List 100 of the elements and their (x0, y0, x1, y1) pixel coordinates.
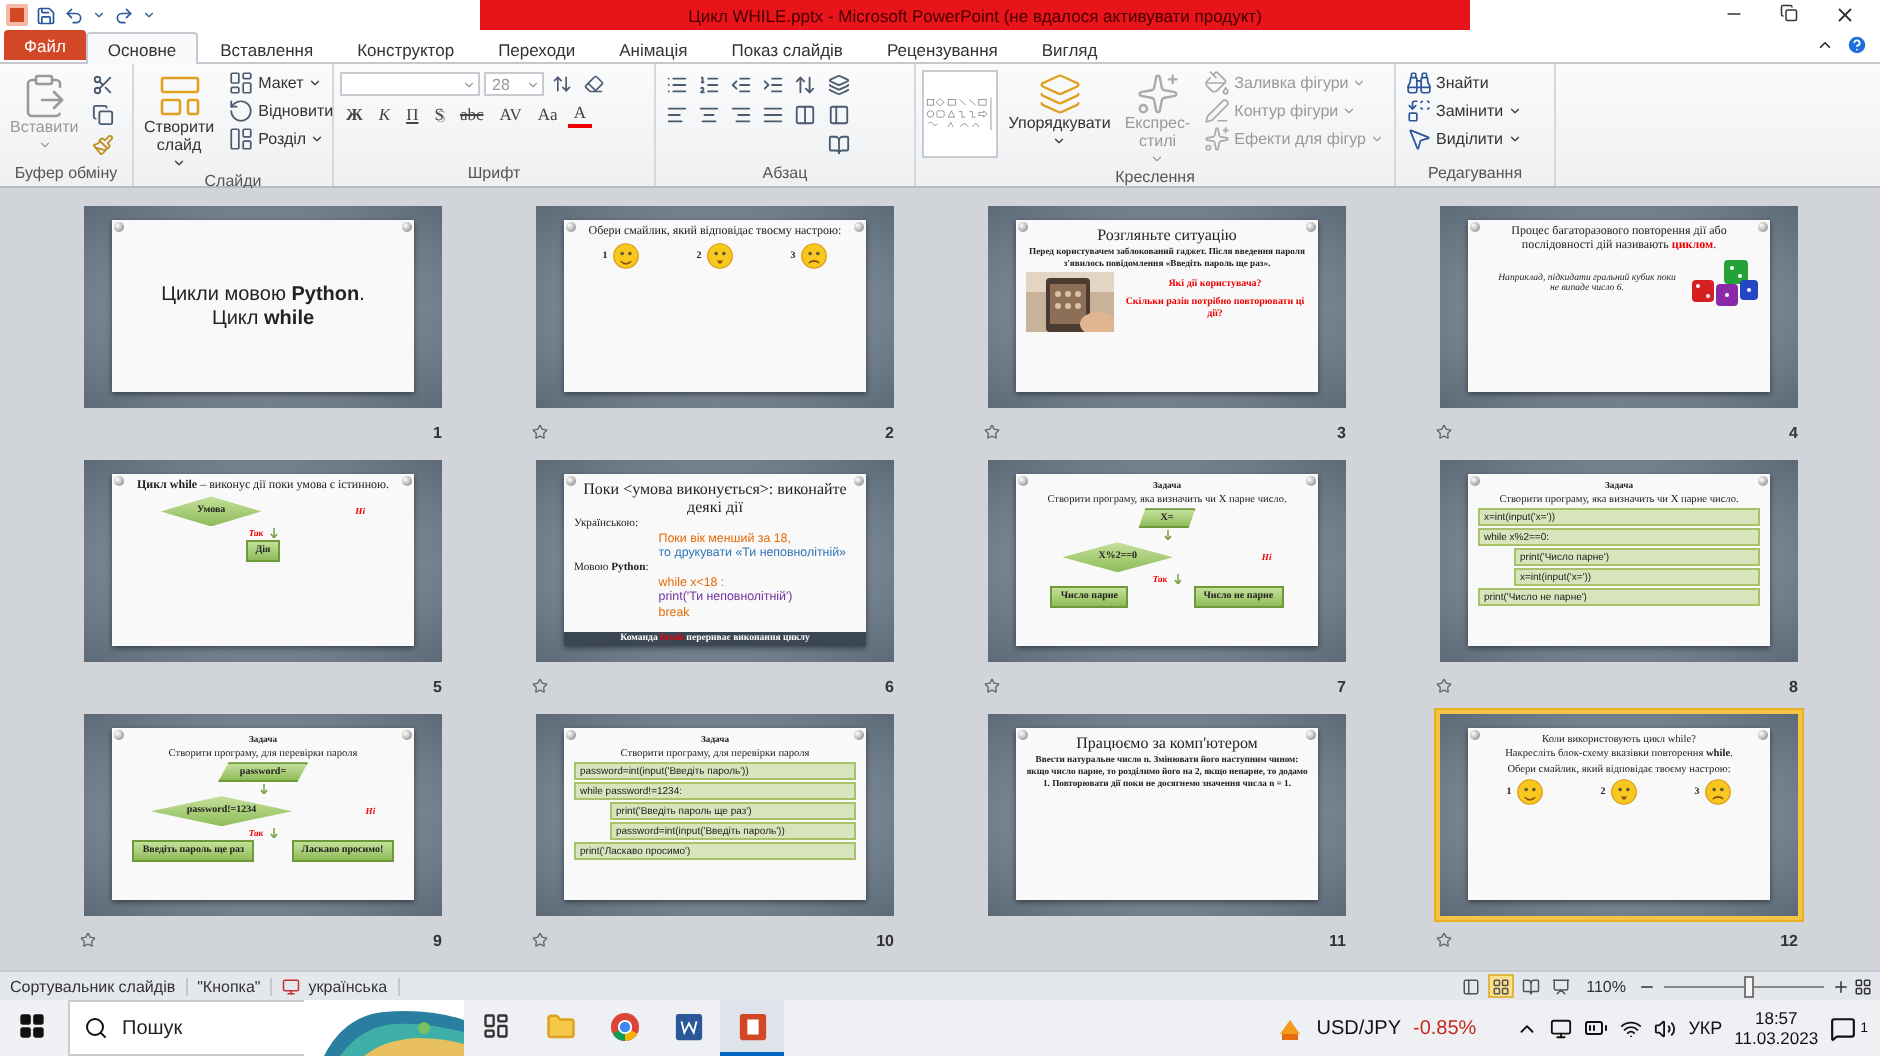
fit-button[interactable] (1854, 977, 1872, 995)
slide-title: Працюємо за комп'ютером (1074, 734, 1260, 753)
ribbon-tab[interactable]: Вставлення (198, 32, 336, 64)
battery-icon (1584, 1016, 1609, 1040)
notification-icon[interactable] (1830, 1015, 1857, 1041)
pin-icon (1018, 222, 1028, 232)
slide-number: 1 (433, 423, 442, 441)
connector-arrow (1173, 574, 1182, 585)
ribbon-tab[interactable]: Переходи (476, 32, 598, 64)
align-button[interactable] (790, 100, 818, 128)
font-name-field[interactable] (340, 72, 480, 96)
slide-number: 9 (433, 931, 442, 949)
collapse-ribbon-button[interactable] (1816, 36, 1834, 54)
group-label: Абзац (760, 164, 810, 186)
ribbon-button[interactable]: Макет (224, 70, 338, 96)
pin-icon (854, 730, 864, 740)
ribbon-tab[interactable]: Основне (85, 32, 199, 64)
connector-arrow (259, 784, 267, 795)
view-button[interactable] (1458, 974, 1485, 998)
caret-icon (172, 155, 187, 170)
format-button[interactable]: П (400, 100, 425, 128)
slide-number: 6 (885, 677, 894, 695)
copy-button[interactable] (88, 100, 117, 128)
ribbon-button[interactable]: Відновити (224, 98, 338, 124)
save-button[interactable] (36, 5, 56, 25)
clock[interactable]: 18:57 11.03.2023 (1734, 1007, 1819, 1049)
language-status: українська (308, 977, 388, 995)
pin-icon (1470, 730, 1480, 740)
ribbon-tab[interactable]: Конструктор (335, 32, 477, 64)
slide-number: 7 (1337, 677, 1346, 695)
ribbon-button[interactable]: Розділ (224, 126, 338, 152)
restore-button[interactable] (1780, 4, 1798, 22)
view-button[interactable] (1488, 974, 1515, 998)
zoom-level: 110% (1586, 977, 1626, 995)
format-button[interactable]: AV (493, 100, 528, 128)
pointer-icon (1406, 126, 1432, 152)
fill-icon (1204, 70, 1231, 96)
close-button[interactable] (1834, 4, 1856, 26)
slide-number: 3 (1337, 423, 1346, 441)
view-button[interactable] (1518, 974, 1545, 998)
slide-title: Розгляньте ситуацію (1095, 226, 1239, 245)
slider-thumb[interactable] (1743, 975, 1754, 997)
pin-icon (1018, 476, 1028, 486)
format-button[interactable]: S (428, 100, 450, 128)
pin-icon (114, 730, 124, 740)
pin-icon (566, 730, 576, 740)
cut-button[interactable] (88, 70, 117, 98)
ribbon-button[interactable]: Створити слайд (140, 70, 219, 172)
caret-icon (1150, 151, 1165, 166)
slide-thumbnail[interactable] (532, 456, 898, 666)
undo-button[interactable] (64, 5, 84, 25)
pin-icon (402, 476, 412, 486)
group-label: Буфер обміну (12, 164, 120, 186)
ribbon-tab[interactable]: Показ слайдів (709, 32, 865, 64)
eraser-button[interactable] (580, 70, 608, 98)
ribbon-tab[interactable]: Вигляд (1019, 32, 1120, 64)
slide-thumbnail[interactable] (984, 710, 1350, 920)
format-button[interactable]: Aa (531, 100, 564, 128)
arrange-icon (1037, 72, 1082, 116)
slide-number: 12 (1780, 931, 1798, 949)
ribbon-tab[interactable]: Анімація (597, 32, 710, 64)
customize-button[interactable] (142, 8, 156, 22)
view-button[interactable] (1548, 974, 1575, 998)
search-field[interactable]: Пошук (68, 1000, 304, 1056)
format-button[interactable]: abc (453, 100, 490, 128)
language-indicator[interactable]: УКР (1688, 1018, 1723, 1038)
align-text-button[interactable] (824, 100, 852, 128)
help-button[interactable] (1846, 34, 1868, 56)
zoom-in-button[interactable] (1832, 977, 1850, 995)
ribbon-button[interactable]: Знайти (1402, 70, 1526, 96)
view-status: Сортувальник слайдів (0, 977, 188, 995)
layout-icon (228, 70, 255, 96)
volume-icon (1654, 1017, 1677, 1039)
file-tab[interactable]: Файл (4, 30, 86, 60)
app-logo (6, 4, 28, 26)
presentation-app-icon (737, 1011, 767, 1041)
smiley-icon (1609, 778, 1638, 807)
slide-number: 10 (876, 931, 894, 949)
smiley-icon (799, 242, 828, 271)
windows-icon (18, 1012, 46, 1040)
slide-title: Цикли мовою Python. Цикл while (159, 284, 367, 330)
ribbon-tab[interactable]: Рецензування (864, 32, 1020, 64)
ribbon-button[interactable]: Замінити (1402, 98, 1526, 124)
redo-button[interactable] (114, 5, 134, 25)
presentation-app-button[interactable] (720, 1000, 784, 1056)
format-button[interactable]: A (567, 100, 592, 128)
caret-icon (462, 77, 476, 91)
pin-icon (402, 222, 412, 232)
ribbon-button[interactable]: Виділити (1402, 126, 1526, 152)
connector-arrow (269, 828, 278, 839)
slide-number: 4 (1789, 423, 1798, 441)
slide-number: 5 (433, 677, 442, 695)
ribbon-button[interactable]: Упорядкувати (1004, 70, 1115, 150)
format-button[interactable]: К (372, 100, 397, 128)
format-button[interactable]: Ж (340, 100, 369, 128)
pin-icon (854, 222, 864, 232)
caret-icon (37, 137, 52, 152)
pin-icon (1470, 222, 1480, 232)
slide-thumbnail[interactable]: Цикли мовою Python. Цикл while (80, 202, 446, 412)
pin-icon (1758, 730, 1768, 740)
